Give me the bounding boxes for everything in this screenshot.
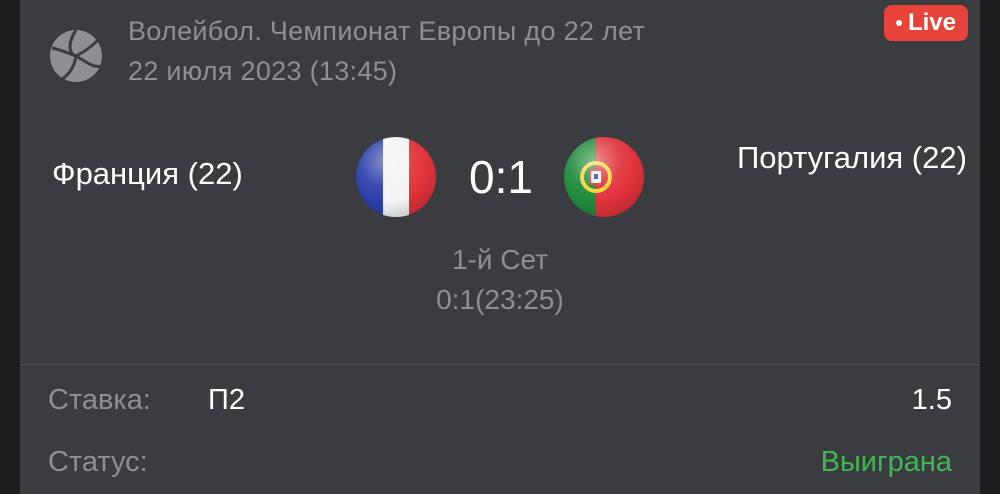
france-flag-icon bbox=[356, 137, 436, 217]
period-label: 1-й Сет bbox=[451, 244, 548, 275]
bet-value: П2 bbox=[208, 384, 245, 416]
bet-label: Ставка: bbox=[48, 384, 151, 416]
status-value: Выиграна bbox=[820, 446, 952, 478]
bet-odds: 1.5 bbox=[911, 384, 952, 416]
live-dot-icon bbox=[895, 20, 902, 26]
match-score: 0:1 bbox=[469, 151, 533, 203]
divider bbox=[20, 364, 980, 365]
match-datetime: 22 июля 2023 (13:45) bbox=[128, 56, 398, 86]
league-title: Волейбол. Чемпионат Европы до 22 лет bbox=[128, 16, 646, 46]
bet-card[interactable]: Волейбол. Чемпионат Европы до 22 лет 22 … bbox=[20, 0, 980, 494]
live-label: Live bbox=[907, 9, 956, 36]
status-label: Статус: bbox=[48, 446, 148, 478]
home-team-name: Франция (22) bbox=[52, 156, 243, 191]
away-team-name: Португалия (22) bbox=[737, 140, 967, 175]
portugal-flag-icon bbox=[564, 137, 644, 217]
volleyball-icon bbox=[48, 28, 104, 84]
period-score: 0:1(23:25) bbox=[436, 284, 564, 315]
live-badge: Live bbox=[883, 5, 968, 41]
